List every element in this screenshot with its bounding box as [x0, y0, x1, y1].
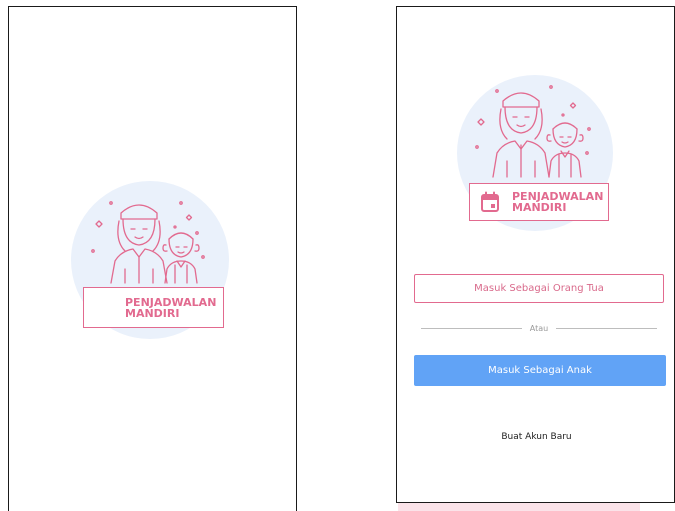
logo-banner: PENJADWALAN MANDIRI — [469, 183, 609, 221]
bottom-accent-strip — [398, 503, 640, 511]
logo-banner: PENJADWALAN MANDIRI — [83, 287, 224, 328]
splash-screen: PENJADWALAN MANDIRI — [8, 6, 297, 511]
divider-line-right — [556, 327, 658, 329]
family-illustration-icon — [475, 85, 591, 178]
divider-label: Atau — [529, 323, 549, 333]
login-as-child-button[interactable]: Masuk Sebagai Anak — [414, 355, 666, 386]
logo-title-line2: MANDIRI — [125, 306, 180, 320]
splash-logo: PENJADWALAN MANDIRI — [71, 181, 231, 341]
logo-title: PENJADWALAN MANDIRI — [512, 191, 603, 213]
login-as-parent-button[interactable]: Masuk Sebagai Orang Tua — [414, 274, 664, 303]
logo-title-line2: MANDIRI — [512, 201, 567, 214]
logo-title: PENJADWALAN MANDIRI — [125, 297, 216, 319]
login-as-child-label: Masuk Sebagai Anak — [488, 365, 592, 376]
login-screen: PENJADWALAN MANDIRI Masuk Sebagai Orang … — [396, 6, 675, 503]
login-logo: PENJADWALAN MANDIRI — [455, 73, 617, 235]
or-divider: Atau — [421, 322, 658, 334]
calendar-icon — [481, 191, 499, 212]
login-as-parent-label: Masuk Sebagai Orang Tua — [474, 283, 604, 294]
logo-title-line1: PENJADWALAN — [125, 295, 217, 309]
divider-line-left — [421, 327, 522, 329]
family-illustration-icon — [91, 201, 205, 284]
create-account-link[interactable]: Buat Akun Baru — [397, 432, 675, 442]
